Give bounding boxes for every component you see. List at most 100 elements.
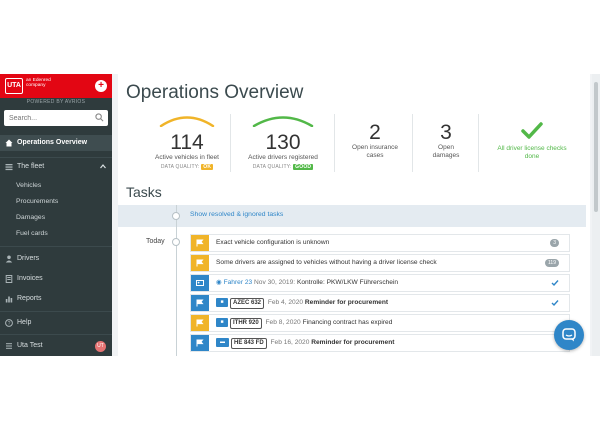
task-date: Feb 4, 2020 <box>267 299 304 306</box>
nav-operations-overview[interactable]: Operations Overview <box>0 135 112 151</box>
divider <box>0 157 112 158</box>
nav-fuel-cards[interactable]: Fuel cards <box>0 226 112 241</box>
app-window: UTA an Edenred company + POWERED BY AVRI… <box>0 74 600 356</box>
task-icon-box <box>191 335 209 351</box>
search-input[interactable] <box>4 110 90 126</box>
license-plate[interactable]: HE 843 FD <box>231 338 267 349</box>
nav-invoices-label: Invoices <box>17 275 43 282</box>
tasks-heading: Tasks <box>126 184 162 200</box>
nav-damages[interactable]: Damages <box>0 210 112 225</box>
page-title: Operations Overview <box>126 82 304 103</box>
nav-procurements[interactable]: Procurements <box>0 194 112 209</box>
bar-chart-icon <box>5 296 13 303</box>
dq-badge-good: GOOD <box>293 164 314 170</box>
kpi-license-label-1: All driver license checks <box>497 145 567 152</box>
timeline-dot <box>172 212 180 220</box>
uta-logo[interactable]: UTA <box>5 78 23 94</box>
scrollbar[interactable] <box>592 74 600 356</box>
nav-vehicles[interactable]: Vehicles <box>0 178 112 193</box>
kpi-insurance-label-1: Open insurance <box>352 144 398 151</box>
kpi-license-checks[interactable]: All driver license checks done <box>484 122 580 182</box>
nav-help-label: Help <box>17 319 32 326</box>
fleet-icon <box>5 164 13 171</box>
kpi-active-vehicles[interactable]: 114 Active vehicles in fleet DATA QUALIT… <box>140 114 234 174</box>
task-row[interactable]: ■ AZEC 632 Feb 4, 2020 Reminder for procu… <box>190 294 570 312</box>
kpi-active-drivers[interactable]: 130 Active drivers registered DATA QUALI… <box>236 114 330 174</box>
task-text: Some drivers are assigned to vehicles wi… <box>216 259 437 266</box>
task-count-badge: 119 <box>545 259 559 267</box>
kpi-license-label-2: done <box>524 153 540 160</box>
task-row[interactable]: ■ ITHR 920 Feb 8, 2020 Financing contract… <box>190 314 570 332</box>
nav-the-fleet[interactable]: The fleet <box>0 159 112 175</box>
checkmark-icon <box>521 122 543 139</box>
divider <box>412 114 413 172</box>
resolved-tasks-bar: Show resolved & ignored tasks <box>118 205 586 227</box>
license-card-icon <box>196 280 204 286</box>
nav-reports[interactable]: Reports <box>0 291 112 307</box>
task-count-badge: 3 <box>550 239 559 247</box>
kpi-drivers-label: Active drivers registered <box>248 154 318 161</box>
task-description: Financing contract has expired <box>302 319 393 326</box>
task-description: Reminder for procurement <box>304 299 389 306</box>
chat-button[interactable] <box>554 320 584 350</box>
home-icon <box>5 139 13 147</box>
check-icon[interactable] <box>551 299 559 307</box>
task-driver[interactable]: Fahrer 23 <box>224 279 253 286</box>
task-description: Kontrolle: PKW/LKW Führerschein <box>296 279 399 286</box>
task-date: Nov 30, 2019: <box>254 279 296 286</box>
chat-icon <box>562 328 576 342</box>
divider <box>0 246 112 247</box>
today-label: Today <box>146 238 165 245</box>
svg-text:?: ? <box>8 321 11 327</box>
divider <box>0 311 112 312</box>
nav-help[interactable]: ? Help <box>0 315 112 331</box>
task-icon-box <box>191 315 209 331</box>
scrollbar-thumb[interactable] <box>594 82 598 212</box>
task-date: Feb 16, 2020 <box>270 339 310 346</box>
task-text: Exact vehicle configuration is unknown <box>216 239 330 246</box>
check-icon[interactable] <box>551 279 559 287</box>
divider <box>230 114 231 172</box>
nav-fleet-label: The fleet <box>17 163 45 170</box>
help-icon: ? <box>5 319 13 327</box>
task-row[interactable]: ◉ Fahrer 23 Nov 30, 2019: Kontrolle: PKW… <box>190 274 570 292</box>
license-plate[interactable]: AZEC 632 <box>230 298 265 309</box>
nav-operations-label: Operations Overview <box>17 139 88 146</box>
nav-invoices[interactable]: Invoices <box>0 271 112 287</box>
kpi-insurance-label-2: cases <box>366 152 384 159</box>
user-avatar[interactable]: UT <box>95 341 106 352</box>
nav-user[interactable]: Uta Test UT <box>0 338 112 354</box>
add-button[interactable]: + <box>95 80 107 92</box>
search-icon[interactable] <box>95 113 104 122</box>
kpi-damages-label-1: Open <box>438 144 454 151</box>
task-row[interactable]: Exact vehicle configuration is unknown 3 <box>190 234 570 252</box>
flag-icon <box>196 299 204 307</box>
user-name: Uta Test <box>17 342 43 349</box>
flag-icon <box>196 239 204 247</box>
dq-badge-ok: OK <box>201 164 214 170</box>
kpi-open-insurance[interactable]: 2 Open insurance cases <box>340 122 410 182</box>
invoice-icon <box>5 275 13 283</box>
truck-icon: ■ <box>216 317 228 327</box>
kpi-damages-value: 3 <box>440 121 452 144</box>
task-text: ◉ Fahrer 23 Nov 30, 2019: Kontrolle: PKW… <box>216 275 398 291</box>
show-resolved-link[interactable]: Show resolved & ignored tasks <box>190 211 283 218</box>
task-icon-box <box>191 255 209 271</box>
license-plate[interactable]: ITHR 920 <box>230 318 262 329</box>
user-menu-icon <box>6 343 12 349</box>
search-box <box>4 110 108 126</box>
task-row[interactable]: ▬ HE 843 FD Feb 16, 2020 Reminder for pro… <box>190 334 570 352</box>
task-icon-box <box>191 275 209 291</box>
task-row[interactable]: Some drivers are assigned to vehicles wi… <box>190 254 570 272</box>
driver-icon <box>5 255 13 263</box>
task-description: Reminder for procurement <box>311 339 395 346</box>
task-date: Feb 8, 2020 <box>265 319 301 326</box>
truck-icon: ■ <box>216 297 228 307</box>
kpi-open-damages[interactable]: 3 Open damages <box>416 122 476 182</box>
timeline-line <box>176 205 177 356</box>
car-icon: ▬ <box>216 337 229 347</box>
nav-drivers[interactable]: Drivers <box>0 251 112 267</box>
nav-drivers-label: Drivers <box>17 255 40 262</box>
chevron-up-icon[interactable] <box>100 164 106 169</box>
kpi-vehicles-value: 114 <box>170 131 204 154</box>
